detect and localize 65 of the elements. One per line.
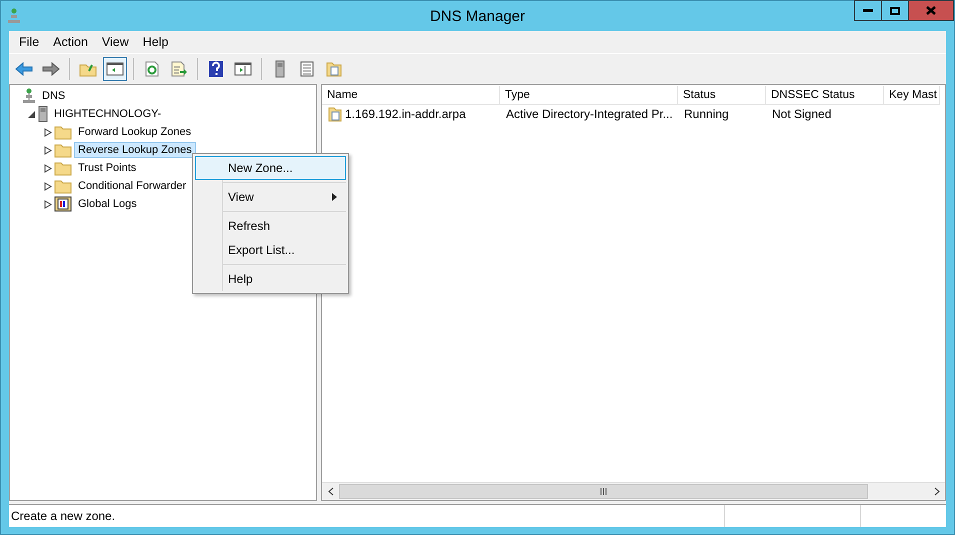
refresh-icon — [144, 61, 160, 77]
table-cell[interactable]: 1.169.192.in-addr.arpa — [345, 107, 466, 121]
tree-item[interactable]: DNS — [38, 88, 70, 104]
status-text: Create a new zone. — [10, 508, 116, 525]
minimize-icon — [863, 9, 873, 12]
arrow-left-icon — [15, 62, 33, 76]
menu-item[interactable]: Action — [46, 35, 95, 49]
minimize-button[interactable] — [854, 0, 882, 21]
server-icon — [38, 106, 48, 122]
export-icon — [170, 61, 188, 77]
table-cell: Not Signed — [772, 107, 832, 121]
expand-icon[interactable] — [44, 182, 52, 190]
column-header[interactable]: Type — [500, 86, 678, 105]
zone-icon — [328, 106, 342, 122]
column-header[interactable]: Status — [678, 86, 766, 105]
context-menu-item[interactable]: New Zone... — [195, 156, 346, 180]
maximize-button[interactable] — [881, 0, 909, 21]
folder-icon — [79, 62, 97, 76]
column-header[interactable]: Name — [322, 86, 500, 105]
close-icon — [926, 6, 936, 15]
context-menu-item[interactable]: Help — [195, 267, 346, 291]
window-title: DNS Manager — [430, 8, 526, 24]
folder-icon — [54, 124, 72, 140]
folder-document-icon — [326, 61, 342, 77]
menu-item[interactable]: View — [94, 35, 136, 49]
column-header[interactable]: Key Mast — [884, 86, 940, 105]
expand-icon[interactable] — [44, 146, 52, 154]
folder-icon — [54, 142, 72, 158]
collapse-icon[interactable] — [28, 110, 36, 118]
tree-item[interactable]: Conditional Forwarder — [74, 178, 190, 194]
network-icon — [22, 88, 36, 104]
maximize-icon — [890, 6, 900, 14]
help-icon — [208, 60, 224, 78]
menu-item[interactable]: Help — [136, 35, 176, 49]
folder-icon — [54, 178, 72, 194]
arrow-right-icon — [42, 62, 60, 76]
grip-icon — [600, 488, 607, 495]
tree-item[interactable]: Reverse Lookup Zones — [74, 142, 196, 158]
column-header[interactable]: DNSSEC Status — [766, 86, 884, 105]
context-menu-item[interactable]: Refresh — [195, 214, 346, 238]
context-menu-item[interactable]: View — [195, 185, 346, 209]
server-icon — [275, 60, 285, 78]
context-menu-item[interactable]: Export List... — [195, 238, 346, 262]
expand-icon[interactable] — [44, 164, 52, 172]
log-icon — [54, 196, 72, 212]
panel-icon — [106, 62, 124, 76]
tree-item[interactable]: HIGHTECHNOLOGY- — [50, 106, 166, 122]
folder-icon — [54, 160, 72, 176]
expand-icon[interactable] — [44, 200, 52, 208]
expand-icon[interactable] — [44, 128, 52, 136]
table-cell: Active Directory-Integrated Pr... — [506, 107, 673, 121]
console-tree-button[interactable] — [103, 57, 127, 81]
tree-item[interactable]: Global Logs — [74, 196, 141, 212]
panel-icon — [234, 62, 252, 76]
tree-item[interactable]: Forward Lookup Zones — [74, 124, 196, 140]
network-icon — [7, 8, 21, 24]
table-cell: Running — [684, 107, 729, 121]
chevron-right-icon[interactable] — [934, 487, 940, 496]
submenu-arrow-icon — [332, 193, 337, 201]
chevron-left-icon[interactable] — [328, 487, 334, 496]
list-icon — [300, 61, 314, 77]
menu-item[interactable]: File — [12, 35, 46, 49]
tree-item[interactable]: Trust Points — [74, 160, 140, 176]
close-button[interactable] — [908, 0, 954, 21]
horizontal-scrollbar[interactable] — [322, 482, 945, 500]
